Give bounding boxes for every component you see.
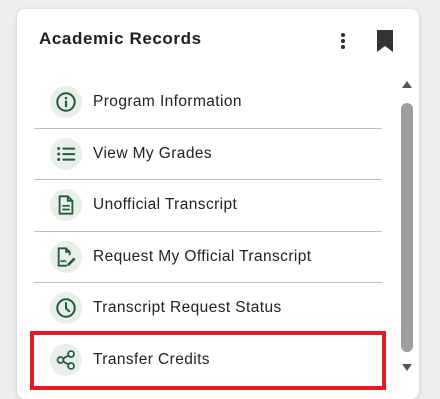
list-item-unofficial-transcript[interactable]: Unofficial Transcript (34, 180, 382, 232)
list-item-label: Unofficial Transcript (93, 196, 238, 214)
card-title: Academic Records (39, 29, 202, 48)
academic-records-card: Academic Records Program Information Vie… (17, 9, 419, 399)
list-item-label: Program Information (93, 93, 242, 111)
list-item-label: View My Grades (93, 144, 213, 162)
signed-document-icon (50, 240, 82, 273)
document-icon (50, 189, 82, 222)
list-item-program-information[interactable]: Program Information (34, 77, 382, 129)
list-item-label: Request My Official Transcript (93, 247, 312, 265)
bookmark-icon[interactable] (376, 29, 394, 53)
clock-icon (50, 292, 82, 325)
list-item-label: Transfer Credits (93, 351, 210, 369)
list-item-transcript-request-status[interactable]: Transcript Request Status (34, 283, 382, 335)
scrollbar-thumb[interactable] (401, 103, 413, 352)
list-item-label: Transcript Request Status (93, 299, 282, 317)
list-item-view-my-grades[interactable]: View My Grades (34, 129, 382, 180)
more-options-icon[interactable] (335, 31, 351, 51)
scroll-down-arrow-icon[interactable] (402, 364, 412, 371)
share-icon (50, 344, 82, 377)
list-item-transfer-credits[interactable]: Transfer Credits (30, 330, 386, 390)
list-item-request-official-transcript[interactable]: Request My Official Transcript (34, 232, 382, 283)
info-icon (50, 86, 82, 119)
list-icon (50, 137, 82, 170)
records-list: Program Information View My Grades Unoff… (30, 77, 386, 390)
scrollbar[interactable] (400, 79, 414, 379)
scroll-up-arrow-icon[interactable] (402, 81, 412, 88)
